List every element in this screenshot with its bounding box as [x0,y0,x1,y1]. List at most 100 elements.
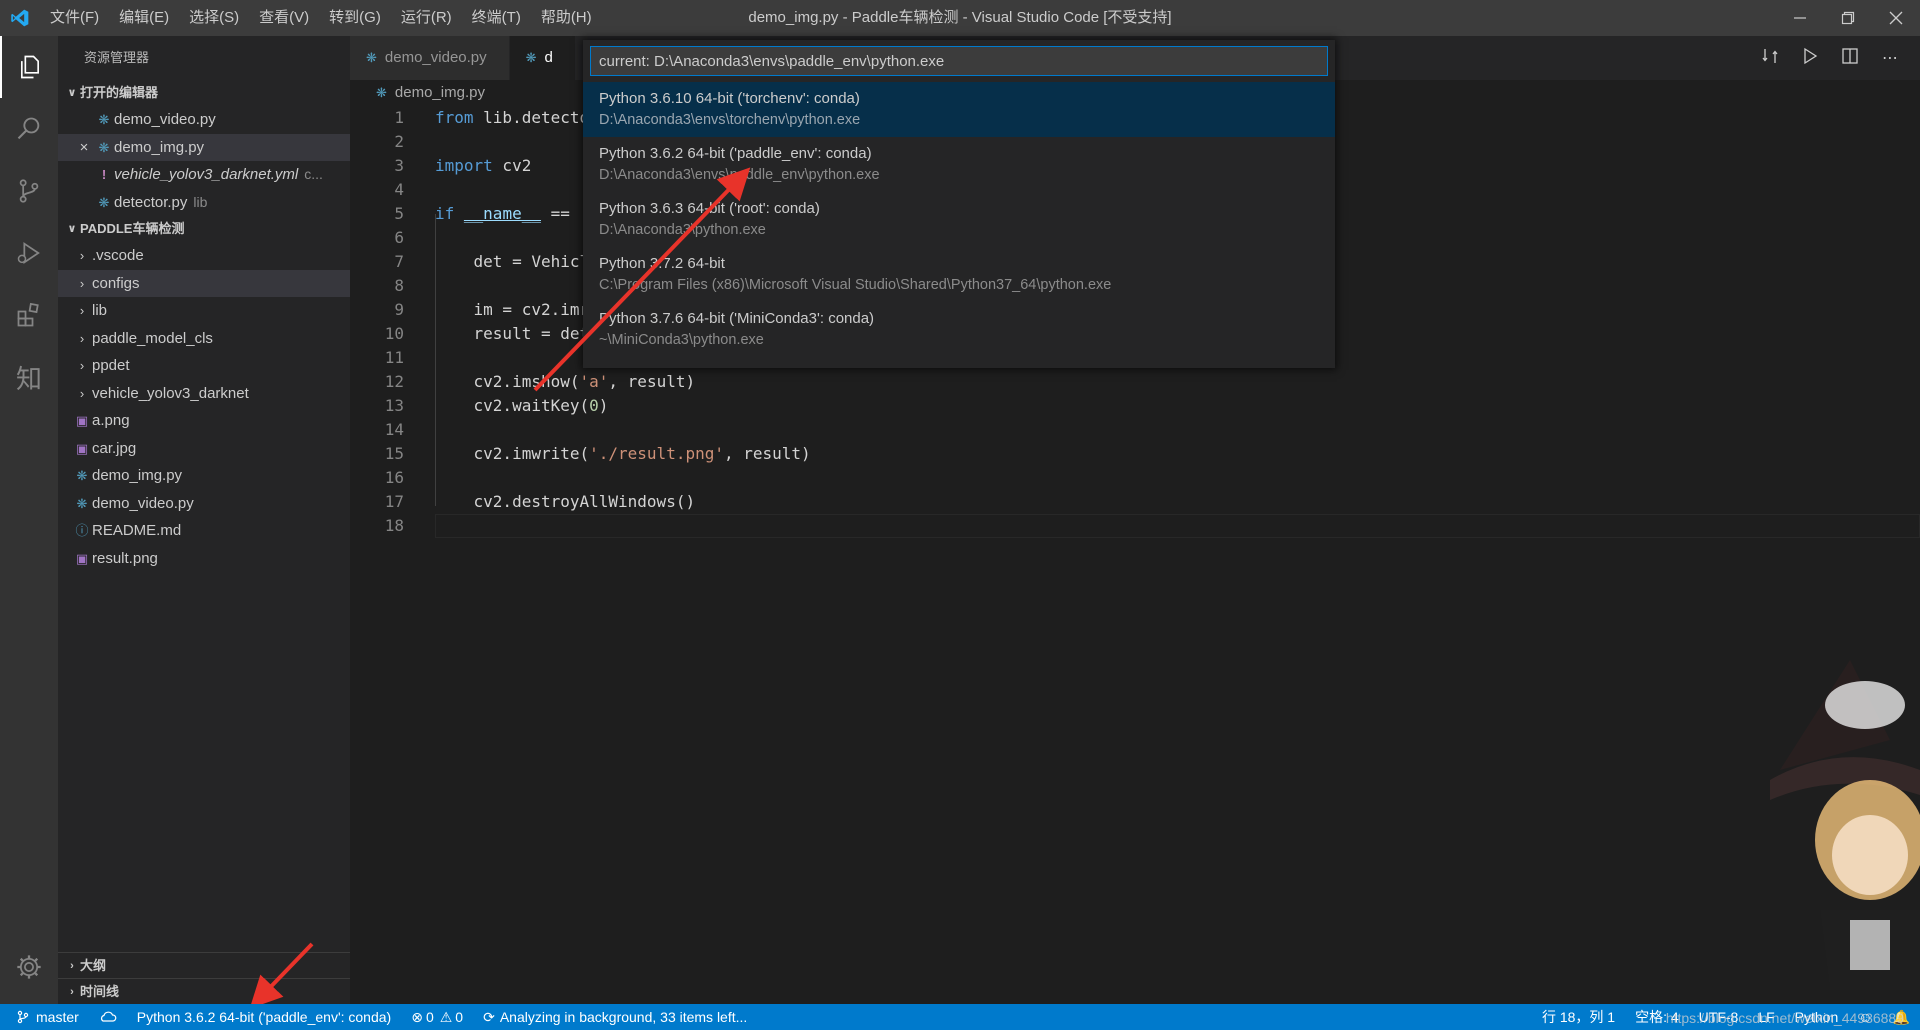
line-number: 17 [384,492,404,511]
line-number: 3 [394,156,404,175]
menu-terminal[interactable]: 终端(T) [462,0,531,36]
code-text: im = cv2.imr [435,300,590,319]
menu-help[interactable]: 帮助(H) [531,0,602,36]
timeline-header[interactable]: › 时间线 [58,978,350,1004]
file-item[interactable]: ❋ demo_img.py [58,462,350,490]
open-editor-item[interactable]: ! vehicle_yolov3_darknet.yml c... [58,161,350,189]
interpreter-option[interactable]: Python 3.7.6 64-bit ('MiniConda3': conda… [583,302,1335,357]
python-file-icon: ❋ [98,139,110,155]
interpreter-label: Python 3.6.2 64-bit ('paddle_env': conda… [599,145,872,162]
explorer-activity[interactable] [0,36,58,98]
project-header[interactable]: ∨ PADDLE车辆检测 [58,216,350,242]
folder-item[interactable]: › lib [58,297,350,325]
folder-item[interactable]: › vehicle_yolov3_darknet [58,380,350,408]
mascot-illustration [1770,660,1920,990]
menu-view[interactable]: 查看(V) [249,0,319,36]
interpreter-label: Python 3.7.6 64-bit ('MiniConda3': conda… [599,310,875,327]
interpreter-label: Python 3.6.10 64-bit ('torchenv': conda) [599,90,860,107]
activity-bar: 知 [0,36,58,1004]
restore-icon [1841,11,1855,25]
cursor-position-status[interactable]: 行 18，列 1 [1532,1004,1625,1030]
menu-go[interactable]: 转到(G) [319,0,391,36]
branch-status[interactable]: master [0,1004,89,1030]
tab-demo-img[interactable]: ❋ d [509,36,576,80]
sync-status[interactable] [89,1010,127,1024]
python-file-icon: ❋ [76,495,88,511]
menu-edit[interactable]: 编辑(E) [109,0,179,36]
interpreter-option[interactable]: Python 3.6.10 64-bit ('torchenv': conda)… [583,82,1335,137]
code-text: cv2.imwrite('./result.png', result) [435,444,811,463]
split-editor-icon [1842,47,1858,64]
split-editor-button[interactable] [1830,47,1870,70]
menu-file[interactable]: 文件(F) [40,0,109,36]
interpreter-label: Python 3.7.2 64-bit [599,255,725,272]
line-number: 9 [394,300,404,319]
open-editor-item[interactable]: ❋ detector.py lib [58,189,350,217]
close-window-button[interactable] [1872,0,1920,36]
minimize-button[interactable] [1776,0,1824,36]
open-editor-label: vehicle_yolov3_darknet.yml [114,166,299,183]
menu-run[interactable]: 运行(R) [391,0,462,36]
open-editor-desc: lib [193,193,208,210]
chevron-right-icon: › [70,959,74,972]
tab-demo-video[interactable]: ❋ demo_video.py [350,36,510,80]
sync-spinner-icon: ⟳ [483,1009,495,1025]
line-number: 18 [384,516,404,535]
chevron-right-icon: › [79,248,85,263]
run-debug-activity[interactable] [0,222,58,284]
folder-item[interactable]: › configs [58,269,350,297]
outline-label: 大纲 [80,957,107,973]
interpreter-status-label: Python 3.6.2 64-bit ('paddle_env': conda… [136,1009,392,1025]
interpreter-status[interactable]: Python 3.6.2 64-bit ('paddle_env': conda… [127,1004,401,1030]
chevron-right-icon: › [79,385,85,401]
image-file-icon: ▣ [75,440,89,456]
breadcrumb[interactable]: ❋ demo_img.py [350,80,485,106]
code-line: 14 [350,418,1920,442]
file-item[interactable]: ❋ demo_video.py [58,490,350,518]
line-number: 14 [384,420,404,439]
file-item[interactable]: ▣ result.png [58,545,350,573]
more-actions-button[interactable]: ⋯ [1870,48,1910,68]
python-file-icon: ❋ [76,468,88,483]
line-number: 7 [394,252,404,271]
breadcrumb-file: demo_img.py [394,84,485,101]
interpreter-search-input[interactable] [590,46,1328,76]
run-file-button[interactable] [1790,47,1830,70]
zhihu-activity[interactable]: 知 [0,346,58,408]
menu-selection[interactable]: 选择(S) [179,0,249,36]
folder-item[interactable]: › ppdet [58,352,350,380]
interpreter-option[interactable]: Python 3.6.3 64-bit ('root': conda) D:\A… [583,192,1335,247]
file-item[interactable]: ▣ car.jpg [58,435,350,463]
open-editor-item[interactable]: ❋ demo_video.py [58,106,350,134]
source-control-activity[interactable] [0,160,58,222]
sidebar-title: 资源管理器 [84,50,150,65]
image-file-icon: ▣ [75,413,89,428]
file-item[interactable]: ⓘ README.md [58,517,350,545]
interpreter-option[interactable]: Python 3.6.2 64-bit ('paddle_env': conda… [583,137,1335,192]
interpreter-option[interactable]: Python 3.7.2 64-bit C:\Program Files (x8… [583,247,1335,302]
line-number: 12 [384,372,404,391]
open-editors-header[interactable]: ∨ 打开的编辑器 [58,80,350,106]
manage-activity[interactable] [0,936,58,998]
code-text: det = Vehicl [435,252,590,271]
folder-label: lib [92,302,108,319]
search-activity[interactable] [0,98,58,160]
open-editor-label: detector.py [114,193,188,211]
close-icon[interactable]: × [74,134,94,162]
folder-item[interactable]: › paddle_model_cls [58,325,350,353]
folder-label: .vscode [92,247,144,264]
open-editor-item[interactable]: × ❋ demo_img.py [58,133,350,162]
extensions-activity[interactable] [0,284,58,346]
outline-header[interactable]: › 大纲 [58,952,350,978]
restore-button[interactable] [1824,0,1872,36]
analysis-status[interactable]: ⟳ Analyzing in background, 33 items left… [473,1004,757,1030]
compare-changes-button[interactable] [1750,47,1790,70]
code-line: 15 cv2.imwrite('./result.png', result) [350,442,1920,466]
code-text: if __name__ == ' [435,204,589,223]
open-editor-label: demo_video.py [114,111,216,128]
line-number: 5 [394,204,404,223]
file-item[interactable]: ▣ a.png [58,407,350,435]
folder-item[interactable]: › .vscode [58,242,350,270]
problems-status[interactable]: ⊗ 0 ⚠ 0 [401,1004,473,1030]
folder-label: configs [92,274,140,292]
